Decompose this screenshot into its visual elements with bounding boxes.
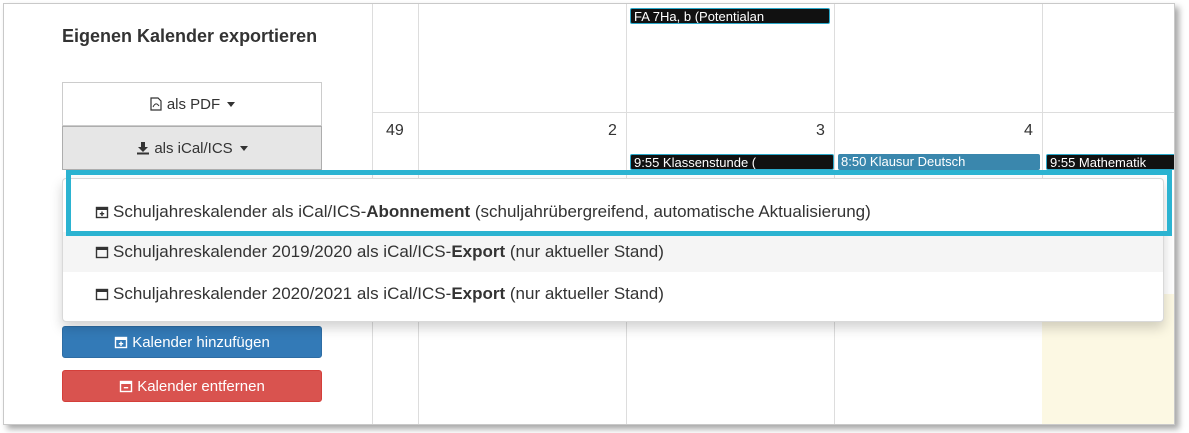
export-heading: Eigenen Kalender exportieren — [62, 26, 318, 46]
export-ical-label: als iCal/ICS — [154, 139, 233, 157]
caret-down-icon — [239, 145, 248, 151]
dropdown-item-text: Schuljahreskalender als iCal/ICS-Abonnem… — [113, 202, 871, 221]
calendar-plus-icon — [95, 206, 109, 219]
calendar-icon — [95, 288, 109, 301]
export-pdf-button[interactable]: als PDF — [62, 82, 322, 126]
calendar-minus-icon — [119, 380, 133, 393]
calendar-event[interactable]: 9:55 Klassenstunde ( — [630, 154, 834, 170]
dropdown-item-export-2020-2021[interactable]: Schuljahreskalender 2020/2021 als iCal/I… — [63, 274, 1163, 314]
calendar-plus-icon — [114, 336, 128, 349]
caret-down-icon — [227, 101, 236, 107]
grid-line — [372, 112, 1174, 113]
calendar-event[interactable]: 8:50 Klausur Deutsch — [838, 154, 1040, 170]
dropdown-item-export-2019-2020[interactable]: Schuljahreskalender 2019/2020 als iCal/I… — [63, 232, 1163, 272]
dropdown-item-text: Schuljahreskalender 2019/2020 als iCal/I… — [113, 242, 664, 261]
download-icon — [137, 142, 150, 155]
screenshot-frame: Eigenen Kalender exportieren als PDF als… — [3, 3, 1175, 425]
ical-export-dropdown: Schuljahreskalender als iCal/ICS-Abonnem… — [62, 178, 1164, 322]
day-number: 2 — [608, 122, 617, 139]
calendar-icon — [95, 246, 109, 259]
add-calendar-label: Kalender hinzufügen — [132, 333, 270, 351]
day-number: 4 — [1024, 122, 1033, 139]
pdf-file-icon — [150, 97, 162, 111]
remove-calendar-label: Kalender entfernen — [137, 377, 265, 395]
week-number: 49 — [386, 122, 404, 139]
export-ical-button[interactable]: als iCal/ICS — [62, 126, 322, 170]
calendar-event[interactable]: FA 7Ha, b (Potentialan — [630, 8, 830, 24]
calendar-event[interactable]: 9:55 Mathematik — [1046, 154, 1174, 170]
export-pdf-label: als PDF — [166, 95, 221, 113]
dropdown-item-text: Schuljahreskalender 2020/2021 als iCal/I… — [113, 284, 664, 303]
add-calendar-button[interactable]: Kalender hinzufügen — [62, 326, 322, 358]
remove-calendar-button[interactable]: Kalender entfernen — [62, 370, 322, 402]
day-number: 3 — [816, 122, 825, 139]
dropdown-item-subscription[interactable]: Schuljahreskalender als iCal/ICS-Abonnem… — [63, 192, 1163, 232]
